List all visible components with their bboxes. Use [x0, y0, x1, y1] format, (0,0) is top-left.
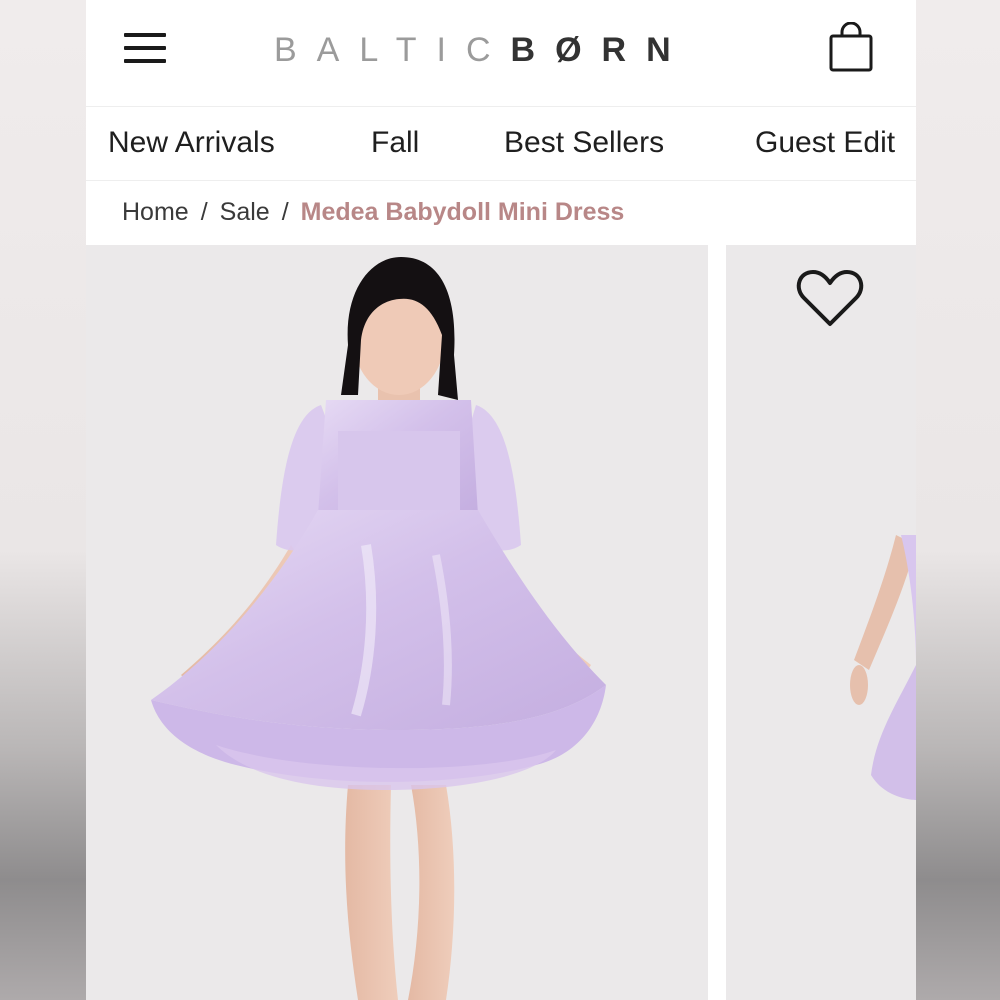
site-header: BALTICBØRN: [86, 0, 916, 106]
nav-divider: [86, 180, 916, 181]
breadcrumb-separator: /: [200, 198, 208, 226]
heart-icon[interactable]: [796, 268, 864, 330]
nav-item-guest-edit[interactable]: Guest Edit: [755, 123, 895, 163]
background-left: [0, 0, 86, 1000]
model-photo: [151, 257, 606, 1000]
phone-screen: BALTICBØRN New Arrivals Fall Best Seller…: [86, 0, 916, 1000]
background-right: [916, 0, 1000, 1000]
model-photo-partial: [850, 535, 916, 800]
product-image-next[interactable]: [726, 245, 916, 1000]
breadcrumb-current: Medea Babydoll Mini Dress: [300, 198, 625, 226]
breadcrumb-sale[interactable]: Sale: [220, 198, 270, 226]
product-image-main[interactable]: [86, 245, 708, 1000]
breadcrumb: Home / Sale / Medea Babydoll Mini Dress: [122, 194, 624, 230]
breadcrumb-separator: /: [281, 198, 289, 226]
nav-item-fall[interactable]: Fall: [371, 123, 419, 163]
category-nav: New Arrivals Fall Best Sellers Guest Edi…: [86, 107, 916, 180]
logo-text-light: BALTIC: [274, 31, 511, 69]
logo-text-dark: BØRN: [510, 31, 691, 69]
shopping-bag-icon[interactable]: [828, 21, 876, 76]
site-logo[interactable]: BALTICBØRN: [274, 28, 734, 72]
nav-item-best-sellers[interactable]: Best Sellers: [504, 123, 664, 163]
breadcrumb-home[interactable]: Home: [122, 198, 189, 226]
hamburger-menu-icon[interactable]: [122, 30, 168, 66]
nav-item-new-arrivals[interactable]: New Arrivals: [108, 123, 275, 163]
